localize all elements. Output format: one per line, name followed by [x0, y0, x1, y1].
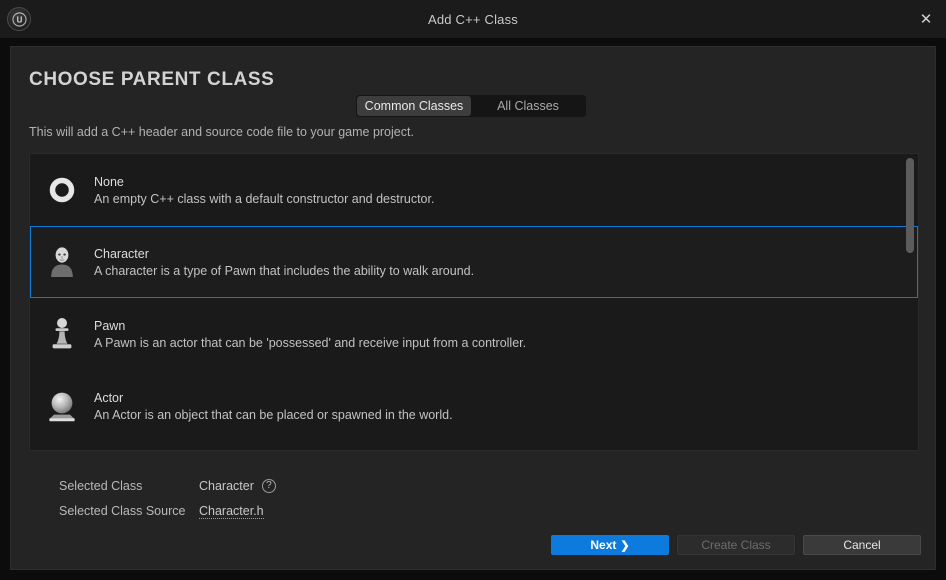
- list-item-pawn[interactable]: Pawn A Pawn is an actor that can be 'pos…: [30, 298, 918, 370]
- tab-all-classes[interactable]: All Classes: [471, 96, 585, 116]
- list-item-description: An Actor is an object that can be placed…: [94, 408, 453, 422]
- next-button[interactable]: Next ❯: [551, 535, 669, 555]
- dialog-body: CHOOSE PARENT CLASS Common Classes All C…: [0, 38, 946, 580]
- list-item-title: Actor: [94, 391, 453, 405]
- character-bust-icon: [44, 241, 80, 283]
- list-item-title: Character: [94, 247, 474, 261]
- unreal-engine-logo-icon: [7, 7, 31, 31]
- create-class-button: Create Class: [677, 535, 795, 555]
- title-bar: Add C++ Class ✕: [0, 0, 946, 38]
- list-scrollbar-thumb[interactable]: [906, 158, 914, 253]
- selected-class-value: Character: [199, 479, 254, 493]
- list-item-description: A Pawn is an actor that can be 'possesse…: [94, 336, 526, 350]
- selected-class-source-row: Selected Class Source Character.h: [59, 500, 276, 522]
- dialog-footer: Next ❯ Create Class Cancel: [551, 535, 921, 555]
- list-item-title: None: [94, 175, 434, 189]
- help-icon[interactable]: ?: [262, 479, 276, 493]
- list-item-description: A character is a type of Pawn that inclu…: [94, 264, 474, 278]
- chevron-right-icon: ❯: [620, 539, 629, 552]
- ring-icon: [44, 169, 80, 211]
- choose-parent-class-panel: CHOOSE PARENT CLASS Common Classes All C…: [10, 46, 936, 570]
- list-item-description: An empty C++ class with a default constr…: [94, 192, 434, 206]
- list-item-none[interactable]: None An empty C++ class with a default c…: [30, 154, 918, 226]
- list-item-actor[interactable]: Actor An Actor is an object that can be …: [30, 370, 918, 442]
- class-source-tabs: Common Classes All Classes: [356, 95, 586, 117]
- list-item-character[interactable]: Character A character is a type of Pawn …: [30, 226, 918, 298]
- sphere-on-base-icon: [44, 385, 80, 427]
- close-icon[interactable]: ✕: [914, 8, 938, 30]
- dialog-subtitle: This will add a C++ header and source co…: [29, 125, 414, 139]
- selected-class-label: Selected Class: [59, 479, 199, 493]
- selected-class-source-link[interactable]: Character.h: [199, 504, 264, 519]
- page-title: CHOOSE PARENT CLASS: [29, 69, 274, 91]
- selected-class-info: Selected Class Character ? Selected Clas…: [59, 475, 276, 525]
- list-item-title: Pawn: [94, 319, 526, 333]
- selected-class-row: Selected Class Character ?: [59, 475, 276, 497]
- window-title: Add C++ Class: [0, 12, 946, 27]
- tab-common-classes[interactable]: Common Classes: [357, 96, 471, 116]
- selected-class-source-label: Selected Class Source: [59, 504, 199, 518]
- list-scrollbar[interactable]: [903, 156, 916, 450]
- next-button-label: Next: [590, 538, 616, 552]
- cancel-button[interactable]: Cancel: [803, 535, 921, 555]
- chess-pawn-icon: [44, 313, 80, 355]
- parent-class-list: None An empty C++ class with a default c…: [29, 153, 919, 451]
